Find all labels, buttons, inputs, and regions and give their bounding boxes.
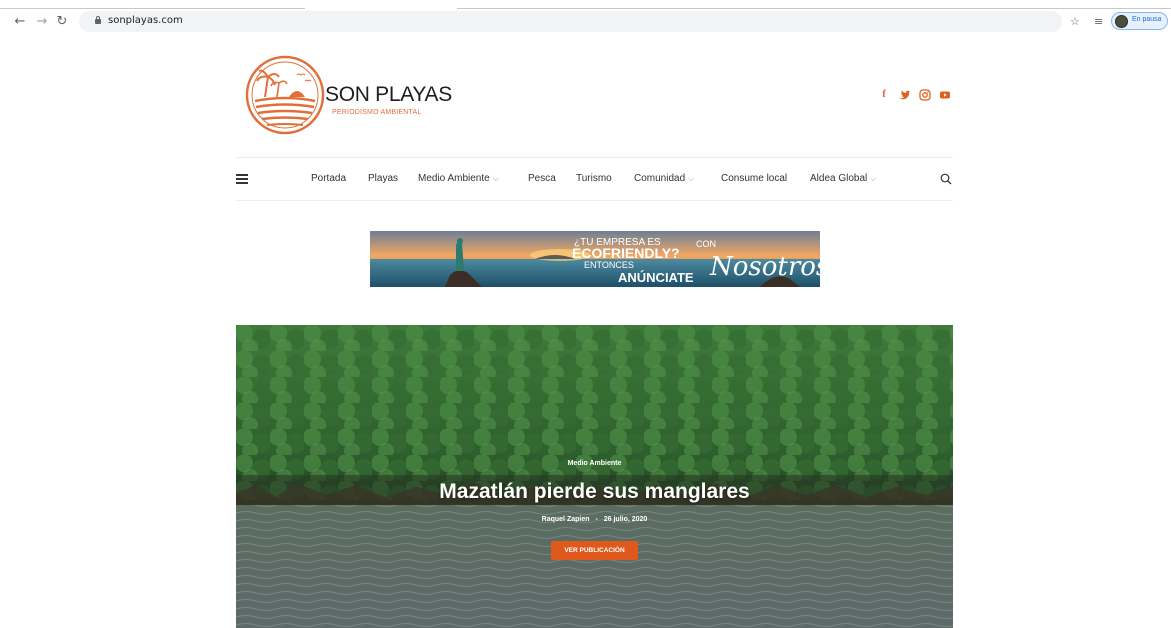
reading-list-icon[interactable]: ≡ bbox=[1094, 15, 1103, 28]
browser-toolbar: ← → ↻ sonplayas.com ☆ ≡ En pausa bbox=[0, 10, 1171, 35]
ad-line3: ENTONCES bbox=[584, 260, 634, 270]
forward-icon[interactable]: → bbox=[35, 14, 49, 30]
back-icon[interactable]: ← bbox=[13, 14, 27, 30]
bookmark-star-icon[interactable]: ☆ bbox=[1070, 15, 1080, 28]
hamburger-menu-icon[interactable] bbox=[236, 174, 248, 184]
nav-item-turismo[interactable]: Turismo bbox=[576, 173, 612, 184]
search-icon[interactable] bbox=[940, 173, 952, 185]
ad-con: CON bbox=[696, 239, 716, 249]
hero-title[interactable]: Mazatlán pierde sus manglares bbox=[236, 480, 953, 504]
chevron-down-icon: ⌵ bbox=[492, 174, 499, 183]
reload-icon[interactable]: ↻ bbox=[55, 14, 69, 30]
address-bar[interactable]: sonplayas.com bbox=[79, 11, 1062, 32]
hero-meta: Raquel Zapien - 26 julio, 2020 bbox=[541, 516, 648, 523]
hero-image bbox=[236, 325, 953, 628]
nav-item-consume-local[interactable]: Consume local bbox=[721, 173, 787, 184]
facebook-icon[interactable]: f bbox=[878, 89, 890, 101]
chevron-down-icon: ⌵ bbox=[688, 174, 695, 183]
site-logo[interactable] bbox=[245, 55, 325, 135]
nav-item-playas[interactable]: Playas bbox=[368, 173, 398, 184]
nav-item-pesca[interactable]: Pesca bbox=[528, 173, 556, 184]
profile-status: En pausa bbox=[1132, 16, 1162, 23]
tab-divider bbox=[457, 8, 1171, 9]
brand-tagline: PERIODISMO AMBIENTAL bbox=[332, 109, 422, 116]
ad-line4: ANÚNCIATE bbox=[618, 270, 694, 285]
lock-icon[interactable] bbox=[95, 16, 101, 24]
hero-date: 26 julio, 2020 bbox=[603, 516, 648, 523]
hero-author[interactable]: Raquel Zapien bbox=[542, 516, 590, 523]
nav-item-portada[interactable]: Portada bbox=[311, 173, 346, 184]
ad-banner[interactable]: ¿TU EMPRESA ES ECOFRIENDLY? ENTONCES ANÚ… bbox=[370, 231, 820, 287]
hero-category[interactable]: Medio Ambiente bbox=[236, 460, 953, 467]
main-nav: Portada Playas Medio Ambiente ⌵ Pesca Tur… bbox=[236, 157, 953, 201]
ad-script: Nosotros bbox=[709, 252, 820, 282]
view-post-button[interactable]: VER PUBLICACIÓN bbox=[551, 541, 638, 560]
url-text[interactable]: sonplayas.com bbox=[108, 15, 183, 26]
brand-name[interactable]: SON PLAYAS bbox=[325, 83, 452, 107]
nav-item-medio-ambiente[interactable]: Medio Ambiente ⌵ bbox=[418, 173, 499, 184]
ad-line2: ECOFRIENDLY? bbox=[572, 245, 680, 261]
tab-strip bbox=[0, 0, 1171, 10]
chevron-down-icon: ⌵ bbox=[870, 174, 877, 183]
nav-item-aldea-global[interactable]: Aldea Global ⌵ bbox=[810, 173, 876, 184]
twitter-icon[interactable] bbox=[898, 89, 910, 101]
profile-button[interactable]: En pausa bbox=[1111, 12, 1168, 30]
avatar bbox=[1115, 15, 1128, 28]
hero-featured-post[interactable]: Medio Ambiente Mazatlán pierde sus mangl… bbox=[236, 325, 953, 628]
tab-divider bbox=[0, 8, 305, 9]
instagram-icon[interactable] bbox=[919, 89, 931, 101]
youtube-icon[interactable] bbox=[939, 89, 951, 101]
nav-item-comunidad[interactable]: Comunidad ⌵ bbox=[634, 173, 694, 184]
